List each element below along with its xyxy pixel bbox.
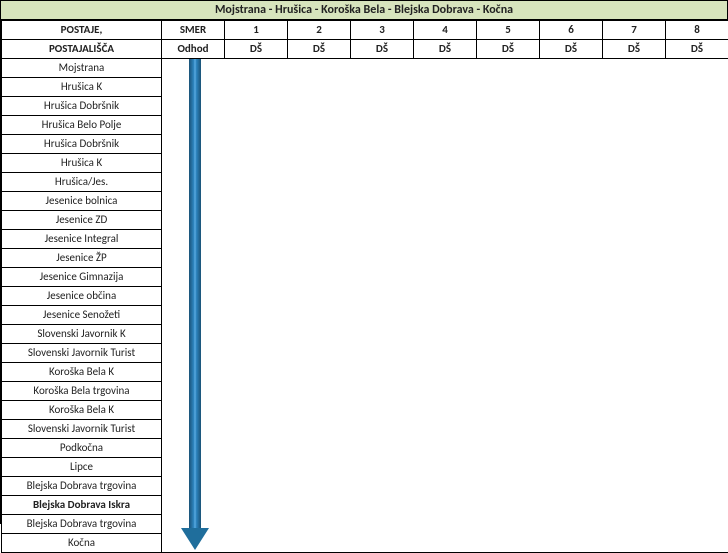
stop-name: Jesenice Integral: [2, 230, 162, 249]
stop-name: Hrušica/Jes.: [2, 173, 162, 192]
col-header: 5: [477, 21, 540, 40]
stop-name: Hrušica K: [2, 154, 162, 173]
stop-name: Koroška Bela trgovina: [2, 382, 162, 401]
direction-header: SMER: [162, 21, 225, 40]
header-row-1: POSTAJE, SMER 1 2 3 4 5 6 7 8: [2, 21, 728, 40]
stop-name: Koroška Bela K: [2, 363, 162, 382]
timetable-frame: Mojstrana - Hrušica - Koroška Bela - Ble…: [0, 0, 728, 524]
stop-name: Hrušica Dobršnik: [2, 97, 162, 116]
stop-name: Hrušica Belo Polje: [2, 116, 162, 135]
stop-name: Jesenice Gimnazija: [2, 268, 162, 287]
arrow-head-icon: [181, 528, 209, 550]
timetable: POSTAJE, SMER 1 2 3 4 5 6 7 8 POSTAJALIŠ…: [1, 20, 728, 553]
col-header: 8: [666, 21, 728, 40]
header-row-2: POSTAJALIŠČA Odhod DŠ DŠ DŠ DŠ DŠ DŠ DŠ …: [2, 40, 728, 59]
stop-name: Blejska Dobrava Iskra: [2, 496, 162, 515]
col-header: 6: [540, 21, 603, 40]
stop-name: Hrušica K: [2, 78, 162, 97]
stop-name: Blejska Dobrava trgovina: [2, 477, 162, 496]
col-header-2: DŠ: [225, 40, 288, 59]
times-area: [162, 59, 728, 553]
stop-name: Blejska Dobrava trgovina: [2, 515, 162, 534]
stop-name: Hrušica Dobršnik: [2, 135, 162, 154]
col-header: 1: [225, 21, 288, 40]
stop-name: Jesenice ŽP: [2, 249, 162, 268]
stop-name: Jesenice Senožeti: [2, 306, 162, 325]
direction-header-2: Odhod: [162, 40, 225, 59]
stop-name: Jesenice bolnica: [2, 192, 162, 211]
stops-body: MojstranaHrušica KHrušica DobršnikHrušic…: [2, 59, 728, 553]
stop-name: Mojstrana: [2, 59, 162, 78]
stop-name: Lipce: [2, 458, 162, 477]
stop-name: Jesenice ZD: [2, 211, 162, 230]
route-title: Mojstrana - Hrušica - Koroška Bela - Ble…: [1, 1, 727, 20]
stop-name: Koroška Bela K: [2, 401, 162, 420]
stop-name: Slovenski Javornik K: [2, 325, 162, 344]
col-header-2: DŠ: [540, 40, 603, 59]
col-header: 3: [351, 21, 414, 40]
col-header: 7: [603, 21, 666, 40]
col-header-2: DŠ: [288, 40, 351, 59]
stops-header: POSTAJE,: [2, 21, 162, 40]
col-header: 4: [414, 21, 477, 40]
stop-name: Slovenski Javornik Turist: [2, 420, 162, 439]
col-header-2: DŠ: [477, 40, 540, 59]
stop-name: Podkočna: [2, 439, 162, 458]
col-header-2: DŠ: [666, 40, 728, 59]
stop-name: Jesenice občina: [2, 287, 162, 306]
arrow-down-icon: [189, 59, 201, 528]
direction-arrow: [184, 59, 206, 552]
table-row: Mojstrana: [2, 59, 728, 78]
col-header-2: DŠ: [414, 40, 477, 59]
col-header-2: DŠ: [603, 40, 666, 59]
stop-name: Slovenski Javornik Turist: [2, 344, 162, 363]
stop-name: Kočna: [2, 534, 162, 553]
col-header: 2: [288, 21, 351, 40]
stops-header-2: POSTAJALIŠČA: [2, 40, 162, 59]
col-header-2: DŠ: [351, 40, 414, 59]
